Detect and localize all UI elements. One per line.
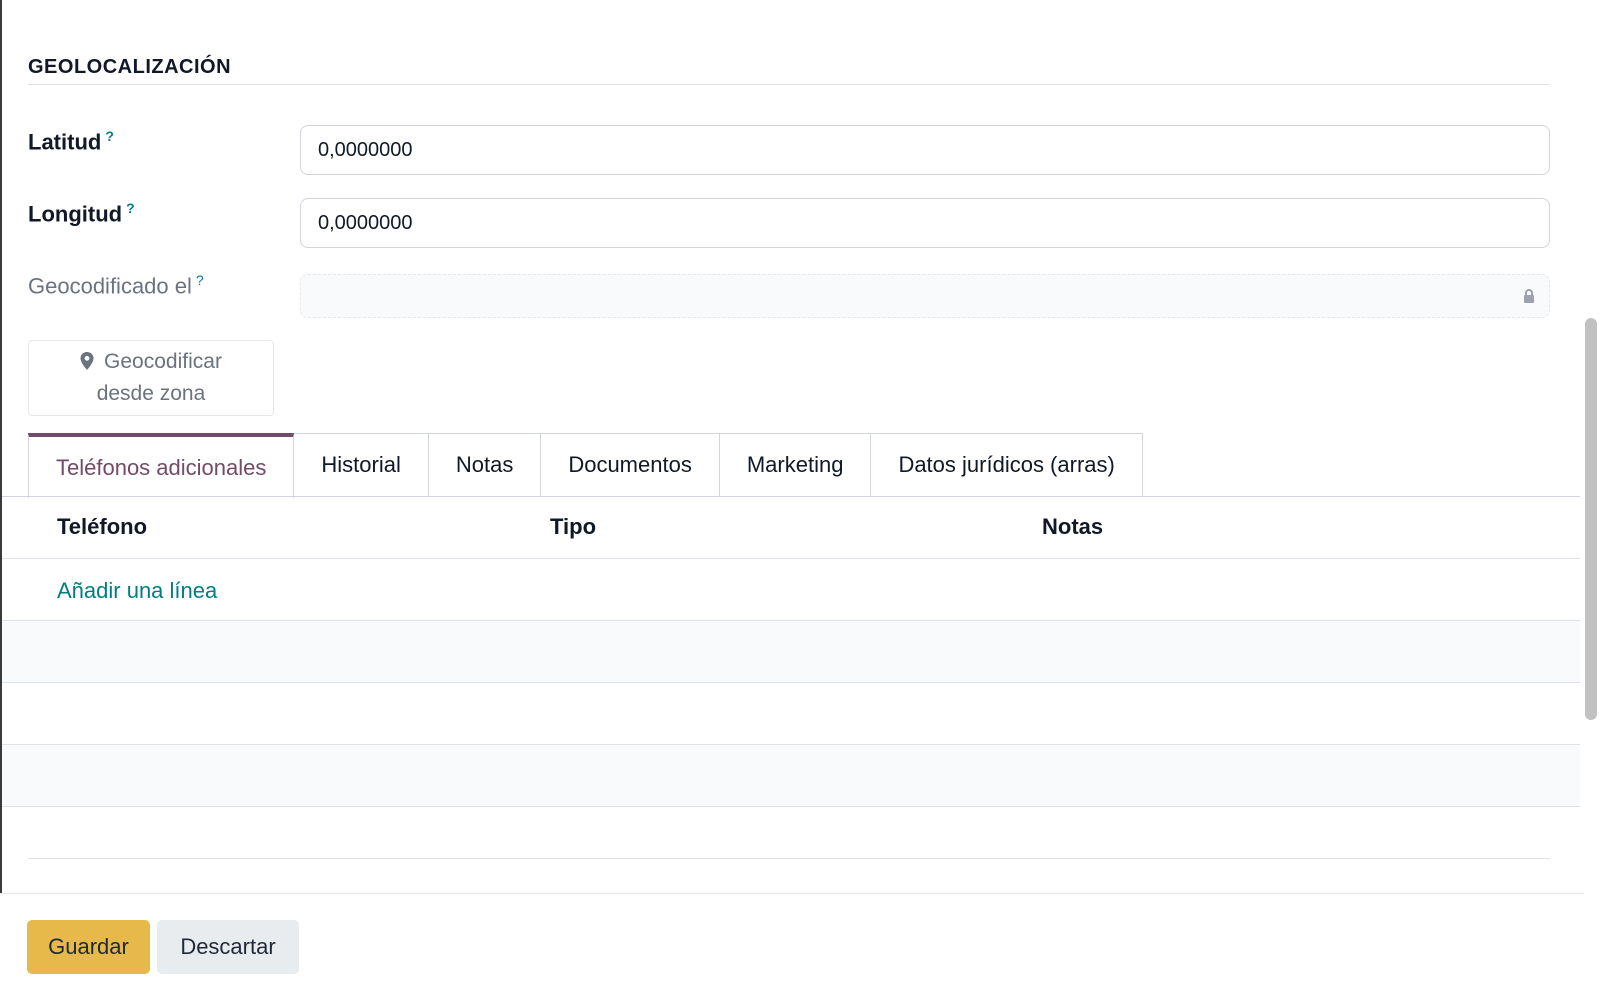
latitude-label: Latitud? (28, 128, 114, 155)
discard-button[interactable]: Descartar (157, 920, 299, 974)
lock-icon (1524, 289, 1534, 303)
table-row (2, 745, 1580, 806)
section-end-divider (28, 858, 1550, 859)
latitude-label-text: Latitud (28, 129, 102, 155)
geocoded-on-label-text: Geocodificado el (28, 273, 192, 299)
tab-telefonos-adicionales[interactable]: Teléfonos adicionales (28, 433, 295, 498)
geocoded-on-help-icon[interactable]: ? (196, 272, 204, 288)
save-button[interactable]: Guardar (27, 920, 150, 974)
table-header: Teléfono Tipo Notas (2, 497, 1580, 559)
tab-notas[interactable]: Notas (428, 433, 542, 497)
column-header-tipo[interactable]: Tipo (550, 514, 596, 540)
geocoded-on-label: Geocodificado el? (28, 272, 204, 299)
table-row-divider (2, 806, 1580, 807)
longitude-label: Longitud? (28, 200, 135, 227)
map-marker-icon (80, 348, 94, 370)
scrollbar-thumb[interactable] (1585, 318, 1597, 720)
longitude-input[interactable] (300, 198, 1550, 248)
tab-marketing[interactable]: Marketing (719, 433, 872, 497)
geocode-from-zone-button[interactable]: Geocodificar desde zona (28, 340, 274, 416)
longitude-label-text: Longitud (28, 201, 123, 227)
add-line-link[interactable]: Añadir una línea (57, 578, 217, 604)
tab-datos-juridicos[interactable]: Datos jurídicos (arras) (871, 433, 1143, 497)
longitude-help-icon[interactable]: ? (126, 200, 135, 216)
section-title: GEOLOCALIZACIÓN (28, 56, 232, 78)
table-row-divider (2, 682, 1580, 683)
tab-historial[interactable]: Historial (294, 433, 429, 497)
section-divider (28, 84, 1550, 85)
notebook-tabs: Teléfonos adicionales Historial Notas Do… (28, 433, 1143, 498)
table-row (2, 621, 1580, 682)
geocoded-on-field (300, 274, 1550, 318)
column-header-notas[interactable]: Notas (1042, 514, 1103, 540)
geocode-button-line1: Geocodificar (104, 350, 222, 373)
tab-documentos[interactable]: Documentos (541, 433, 720, 497)
geocode-button-line2: desde zona (96, 382, 206, 405)
latitude-help-icon[interactable]: ? (105, 128, 114, 144)
column-header-telefono[interactable]: Teléfono (57, 514, 147, 540)
latitude-input[interactable] (300, 125, 1550, 175)
form-footer: Guardar Descartar (0, 893, 1600, 996)
